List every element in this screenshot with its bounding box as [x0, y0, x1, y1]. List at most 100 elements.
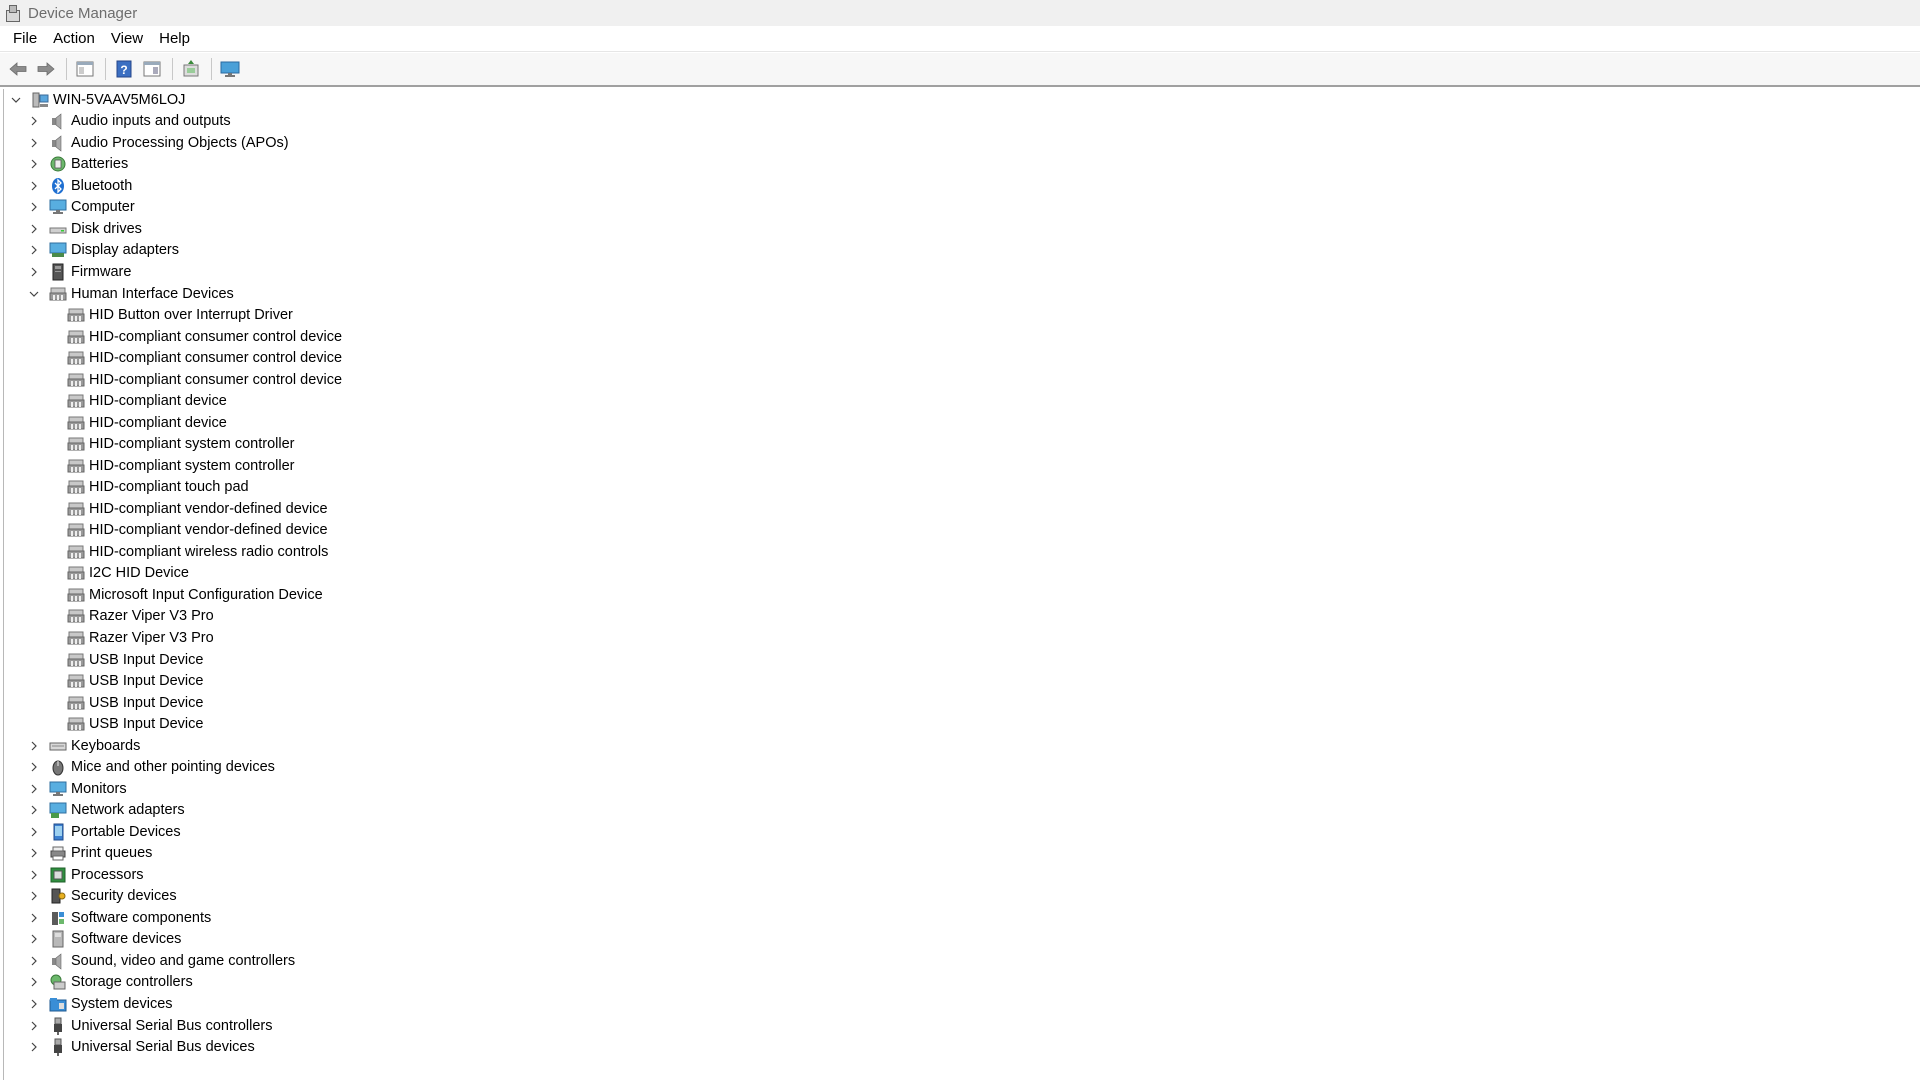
chevron-right-icon[interactable]: [26, 931, 42, 947]
chevron-right-icon[interactable]: [26, 781, 42, 797]
tree-node-label: Universal Serial Bus controllers: [71, 1017, 273, 1034]
tree-category-bluetooth[interactable]: Bluetooth: [26, 175, 132, 197]
device-manager-icon: [4, 4, 20, 22]
tree-device-item[interactable]: HID-compliant wireless radio controls: [44, 541, 328, 563]
tree-category-batteries[interactable]: Batteries: [26, 154, 128, 176]
help-button[interactable]: ?: [112, 57, 136, 81]
chevron-right-icon[interactable]: [26, 802, 42, 818]
toolbar-separator: [105, 58, 106, 80]
tree-device-item[interactable]: USB Input Device: [44, 670, 203, 692]
menu-action[interactable]: Action: [45, 28, 103, 49]
chevron-right-icon[interactable]: [26, 221, 42, 237]
tree-category-audio-processing-objects-apos[interactable]: Audio Processing Objects (APOs): [26, 132, 289, 154]
tree-device-item[interactable]: HID-compliant consumer control device: [44, 369, 342, 391]
tree-root[interactable]: WIN-5VAAV5M6LOJ: [8, 89, 185, 111]
tree-device-item[interactable]: HID-compliant vendor-defined device: [44, 520, 328, 542]
chevron-right-icon[interactable]: [26, 178, 42, 194]
chevron-right-icon[interactable]: [26, 845, 42, 861]
chevron-down-icon[interactable]: [8, 92, 24, 108]
tree-category-processors[interactable]: Processors: [26, 864, 144, 886]
menu-help[interactable]: Help: [151, 28, 198, 49]
forward-button[interactable]: [34, 57, 58, 81]
chevron-right-icon[interactable]: [26, 824, 42, 840]
show-hide-console-button[interactable]: [140, 57, 164, 81]
tree-device-item[interactable]: HID-compliant touch pad: [44, 477, 249, 499]
tree-device-item[interactable]: Razer Viper V3 Pro: [44, 606, 214, 628]
chevron-right-icon[interactable]: [26, 264, 42, 280]
tree-category-monitors[interactable]: Monitors: [26, 778, 127, 800]
scan-hardware-icon: [183, 60, 199, 77]
tree-node-label: Batteries: [71, 156, 129, 173]
tree-device-item[interactable]: HID-compliant system controller: [44, 433, 294, 455]
hid-icon: [66, 348, 86, 368]
tree-device-item[interactable]: USB Input Device: [44, 713, 203, 735]
chevron-right-icon[interactable]: [26, 1018, 42, 1034]
tree-category-print-queues[interactable]: Print queues: [26, 843, 152, 865]
chevron-right-icon[interactable]: [26, 867, 42, 883]
tree-category-software-components[interactable]: Software components: [26, 907, 211, 929]
chevron-right-icon[interactable]: [26, 242, 42, 258]
display-button[interactable]: [218, 57, 242, 81]
chevron-right-icon[interactable]: [26, 910, 42, 926]
back-button[interactable]: [6, 57, 30, 81]
tree-category-universal-serial-bus-devices[interactable]: Universal Serial Bus devices: [26, 1036, 255, 1058]
tree-node-label: HID-compliant vendor-defined device: [89, 500, 328, 517]
chevron-right-icon[interactable]: [26, 953, 42, 969]
tree-category-human-interface-devices[interactable]: Human Interface Devices: [26, 283, 234, 305]
tree-device-item[interactable]: USB Input Device: [44, 692, 203, 714]
tree-device-item[interactable]: Microsoft Input Configuration Device: [44, 584, 323, 606]
tree-device-item[interactable]: Razer Viper V3 Pro: [44, 627, 214, 649]
window-title: Device Manager: [28, 4, 138, 22]
tree-node-label: HID-compliant touch pad: [89, 479, 249, 496]
tree-device-item[interactable]: HID Button over Interrupt Driver: [44, 304, 293, 326]
tree-device-item[interactable]: USB Input Device: [44, 649, 203, 671]
chevron-right-icon[interactable]: [26, 974, 42, 990]
tree-category-audio-inputs-and-outputs[interactable]: Audio inputs and outputs: [26, 111, 231, 133]
tree-category-network-adapters[interactable]: Network adapters: [26, 799, 185, 821]
tree-category-mice-and-other-pointing-devices[interactable]: Mice and other pointing devices: [26, 756, 275, 778]
chevron-right-icon[interactable]: [26, 156, 42, 172]
hid-icon: [66, 477, 86, 497]
tree-device-item[interactable]: HID-compliant device: [44, 390, 227, 412]
scan-hardware-button[interactable]: [179, 57, 203, 81]
tree-device-item[interactable]: HID-compliant vendor-defined device: [44, 498, 328, 520]
chevron-right-icon[interactable]: [26, 996, 42, 1012]
properties-button[interactable]: [73, 57, 97, 81]
tree-device-item[interactable]: HID-compliant system controller: [44, 455, 294, 477]
tree-category-firmware[interactable]: Firmware: [26, 261, 131, 283]
chevron-right-icon[interactable]: [26, 1039, 42, 1055]
tree-category-keyboards[interactable]: Keyboards: [26, 735, 140, 757]
menu-file[interactable]: File: [5, 28, 45, 49]
device-tree[interactable]: WIN-5VAAV5M6LOJ Audio inputs and outputs A…: [3, 89, 1920, 1080]
security-device-icon: [48, 886, 68, 906]
tree-category-display-adapters[interactable]: Display adapters: [26, 240, 179, 262]
tree-category-security-devices[interactable]: Security devices: [26, 886, 177, 908]
tree-category-software-devices[interactable]: Software devices: [26, 929, 181, 951]
chevron-right-icon[interactable]: [26, 135, 42, 151]
tree-category-storage-controllers[interactable]: Storage controllers: [26, 972, 193, 994]
tree-category-sound-video-and-game-controllers[interactable]: Sound, video and game controllers: [26, 950, 295, 972]
hid-icon: [66, 671, 86, 691]
tree-category-disk-drives[interactable]: Disk drives: [26, 218, 142, 240]
chevron-right-icon[interactable]: [26, 113, 42, 129]
tree-device-item[interactable]: HID-compliant consumer control device: [44, 347, 342, 369]
tree-node-label: Software components: [71, 909, 212, 926]
chevron-right-icon[interactable]: [26, 759, 42, 775]
tree-device-item[interactable]: HID-compliant consumer control device: [44, 326, 342, 348]
tree-category-portable-devices[interactable]: Portable Devices: [26, 821, 181, 843]
tree-node-label: System devices: [71, 996, 173, 1012]
menu-view[interactable]: View: [103, 28, 151, 49]
tree-category-universal-serial-bus-controllers[interactable]: Universal Serial Bus controllers: [26, 1015, 272, 1037]
chevron-right-icon[interactable]: [26, 888, 42, 904]
chevron-right-icon[interactable]: [26, 738, 42, 754]
tree-device-item[interactable]: I2C HID Device: [44, 563, 189, 585]
tree-node-label: Audio Processing Objects (APOs): [71, 134, 289, 151]
tree-category-computer[interactable]: Computer: [26, 197, 135, 219]
tree-device-item[interactable]: HID-compliant device: [44, 412, 227, 434]
chevron-right-icon[interactable]: [26, 199, 42, 215]
system-folder-icon: [48, 994, 68, 1014]
chevron-down-icon[interactable]: [26, 286, 42, 302]
tree-category-system-devices[interactable]: System devices: [26, 993, 173, 1015]
